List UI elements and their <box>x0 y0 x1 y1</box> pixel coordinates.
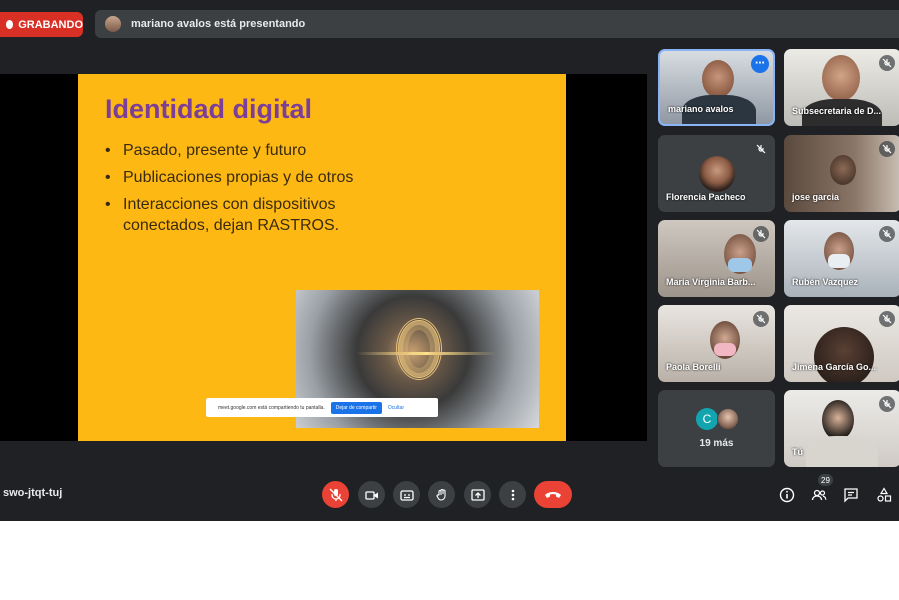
activities-button[interactable] <box>873 484 895 506</box>
top-bar: GRABANDO mariano avalos está presentando <box>0 0 899 42</box>
participant-tile-mariano-avalos[interactable]: ⋯ mariano avalos <box>658 49 775 126</box>
raise-hand-icon <box>435 488 446 501</box>
slide-bullets: Pasado, presente y futuro Publicaciones … <box>105 140 375 242</box>
slide-bullet: Publicaciones propias y de otros <box>105 167 375 188</box>
more-vert-icon <box>511 489 514 500</box>
shared-slide: Identidad digital Pasado, presente y fut… <box>78 74 566 441</box>
share-notice-bar: meet.google.com está compartiendo tu pan… <box>206 398 438 417</box>
participant-tile-paola-borelli[interactable]: Paola Borelli <box>658 305 775 382</box>
chat-button[interactable] <box>840 484 862 506</box>
more-options-button[interactable] <box>499 481 526 508</box>
captions-icon <box>399 489 414 501</box>
participant-name: jose garcia <box>792 192 840 202</box>
participant-avatar-c: C <box>696 408 718 430</box>
participant-name: Florencia Pacheco <box>666 192 746 202</box>
participant-name: Maria Virginia Barb... <box>666 277 756 287</box>
meet-window: GRABANDO mariano avalos está presentando… <box>0 0 899 521</box>
participant-name: Jimena García Go... <box>792 362 877 372</box>
slide-bullet: Interacciones con dispositivos conectado… <box>105 194 375 236</box>
mic-off-icon <box>879 141 895 157</box>
mic-off-icon <box>879 226 895 242</box>
captions-button[interactable] <box>393 481 420 508</box>
participant-name: Tú <box>792 447 803 457</box>
participant-tile-self[interactable]: Tú <box>784 390 899 467</box>
participant-tile-jimena-garcia[interactable]: Jimena García Go... <box>784 305 899 382</box>
people-icon <box>811 489 827 501</box>
slide-title: Identidad digital <box>105 94 312 124</box>
camera-toggle-button[interactable] <box>358 481 385 508</box>
presenter-banner: mariano avalos está presentando <box>95 10 899 38</box>
chat-icon <box>844 488 858 503</box>
presentation-stage: Identidad digital Pasado, presente y fut… <box>0 74 647 441</box>
mic-off-icon <box>753 311 769 327</box>
presenter-text: mariano avalos está presentando <box>131 18 306 30</box>
mic-off-icon <box>879 55 895 71</box>
more-participants-label: 19 más <box>699 438 734 449</box>
participant-name: mariano avalos <box>668 104 734 114</box>
present-icon <box>470 488 485 501</box>
mic-off-icon <box>753 226 769 242</box>
participant-tile-maria-virginia[interactable]: Maria Virginia Barb... <box>658 220 775 297</box>
raise-hand-button[interactable] <box>428 481 455 508</box>
participant-name: Rubén Vazquez <box>792 277 859 287</box>
mic-off-icon <box>879 396 895 412</box>
present-now-button[interactable] <box>464 481 491 508</box>
participant-tile-subsecretaria[interactable]: Subsecretaria de D... <box>784 49 899 126</box>
meeting-details-button[interactable] <box>776 484 798 506</box>
record-dot-icon <box>6 20 14 29</box>
meeting-code: swo-jtqt-tuj <box>3 487 63 499</box>
participant-tile-jose-garcia[interactable]: jose garcia <box>784 135 899 212</box>
info-icon <box>779 487 795 503</box>
hide-button[interactable]: Ocultar <box>388 405 404 411</box>
end-call-icon <box>545 491 561 498</box>
bottom-toolbar: swo-jtqt-tuj <box>0 471 899 521</box>
leave-call-button[interactable] <box>534 481 572 508</box>
fingerprint-icon <box>396 318 442 380</box>
recording-badge: GRABANDO <box>0 12 83 37</box>
people-count-badge: 29 <box>818 474 833 486</box>
participant-tile-ruben-vazquez[interactable]: Rubén Vazquez <box>784 220 899 297</box>
share-notice-text: meet.google.com está compartiendo tu pan… <box>218 404 325 411</box>
more-options-icon[interactable]: ⋯ <box>751 55 769 73</box>
participant-tile-florencia-pacheco[interactable]: Florencia Pacheco <box>658 135 775 212</box>
participant-avatar <box>717 408 739 430</box>
camera-icon <box>364 490 378 500</box>
stop-sharing-button[interactable]: Dejar de compartir <box>330 401 382 414</box>
presenter-avatar <box>105 16 121 32</box>
participant-name: Paola Borelli <box>666 362 721 372</box>
microphone-toggle-button[interactable] <box>322 481 349 508</box>
slide-bullet: Pasado, presente y futuro <box>105 140 375 161</box>
mic-off-icon <box>879 311 895 327</box>
recording-label: GRABANDO <box>18 18 83 31</box>
avatar <box>699 156 735 192</box>
participant-name: Subsecretaria de D... <box>792 106 882 116</box>
mic-off-icon <box>753 141 769 157</box>
activities-icon <box>877 487 892 502</box>
people-button[interactable] <box>808 484 830 506</box>
mic-off-icon <box>329 488 342 501</box>
more-participants-tile[interactable]: C 19 más <box>658 390 775 467</box>
